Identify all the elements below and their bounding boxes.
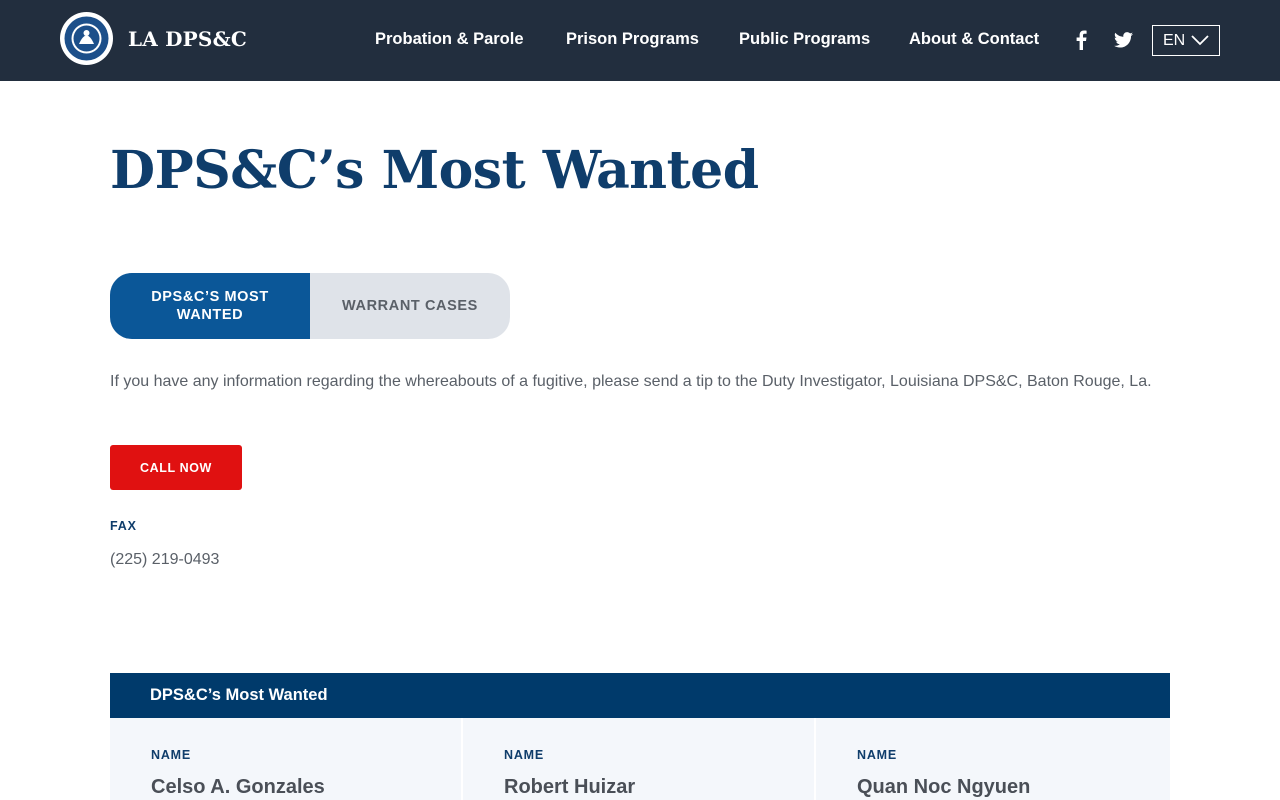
- fax-label: FAX: [110, 519, 137, 533]
- wanted-section-heading: DPS&C’s Most Wanted: [110, 673, 1170, 718]
- language-select[interactable]: EN: [1152, 25, 1220, 56]
- card-name: Quan Noc Ngyuen: [857, 776, 1031, 798]
- chevron-down-icon: [1191, 33, 1209, 52]
- call-now-button[interactable]: CALL NOW: [110, 445, 242, 490]
- site-header: LA DPS&C Probation & Parole Prison Progr…: [0, 0, 1280, 81]
- wanted-card[interactable]: NAME Robert Huizar: [463, 718, 816, 800]
- tab-group: DPS&C’S MOST WANTED WARRANT CASES: [110, 273, 510, 339]
- nav-probation-parole[interactable]: Probation & Parole: [375, 30, 524, 49]
- nav-about-contact[interactable]: About & Contact: [909, 30, 1039, 49]
- card-name: Celso A. Gonzales: [151, 776, 325, 798]
- louisiana-seal-logo: [60, 12, 113, 65]
- card-name-label: NAME: [151, 748, 192, 762]
- wanted-list: NAME Celso A. Gonzales NAME Robert Huiza…: [110, 718, 1170, 800]
- card-name: Robert Huizar: [504, 776, 636, 798]
- wanted-card[interactable]: NAME Quan Noc Ngyuen: [816, 718, 1170, 800]
- wanted-card[interactable]: NAME Celso A. Gonzales: [110, 718, 463, 800]
- card-name-label: NAME: [857, 748, 898, 762]
- tab-most-wanted[interactable]: DPS&C’S MOST WANTED: [110, 273, 310, 339]
- intro-text: If you have any information regarding th…: [110, 373, 1152, 390]
- language-value: EN: [1163, 31, 1186, 49]
- nav-prison-programs[interactable]: Prison Programs: [566, 30, 699, 49]
- facebook-icon[interactable]: [1069, 28, 1093, 52]
- page-title: DPS&C’s Most Wanted: [110, 140, 759, 201]
- twitter-icon[interactable]: [1111, 28, 1135, 52]
- fax-number: (225) 219-0493: [110, 551, 220, 568]
- card-name-label: NAME: [504, 748, 545, 762]
- brand[interactable]: LA DPS&C: [60, 12, 247, 65]
- nav-public-programs[interactable]: Public Programs: [739, 30, 870, 49]
- tab-warrant-cases[interactable]: WARRANT CASES: [310, 273, 510, 339]
- brand-name: LA DPS&C: [128, 26, 247, 51]
